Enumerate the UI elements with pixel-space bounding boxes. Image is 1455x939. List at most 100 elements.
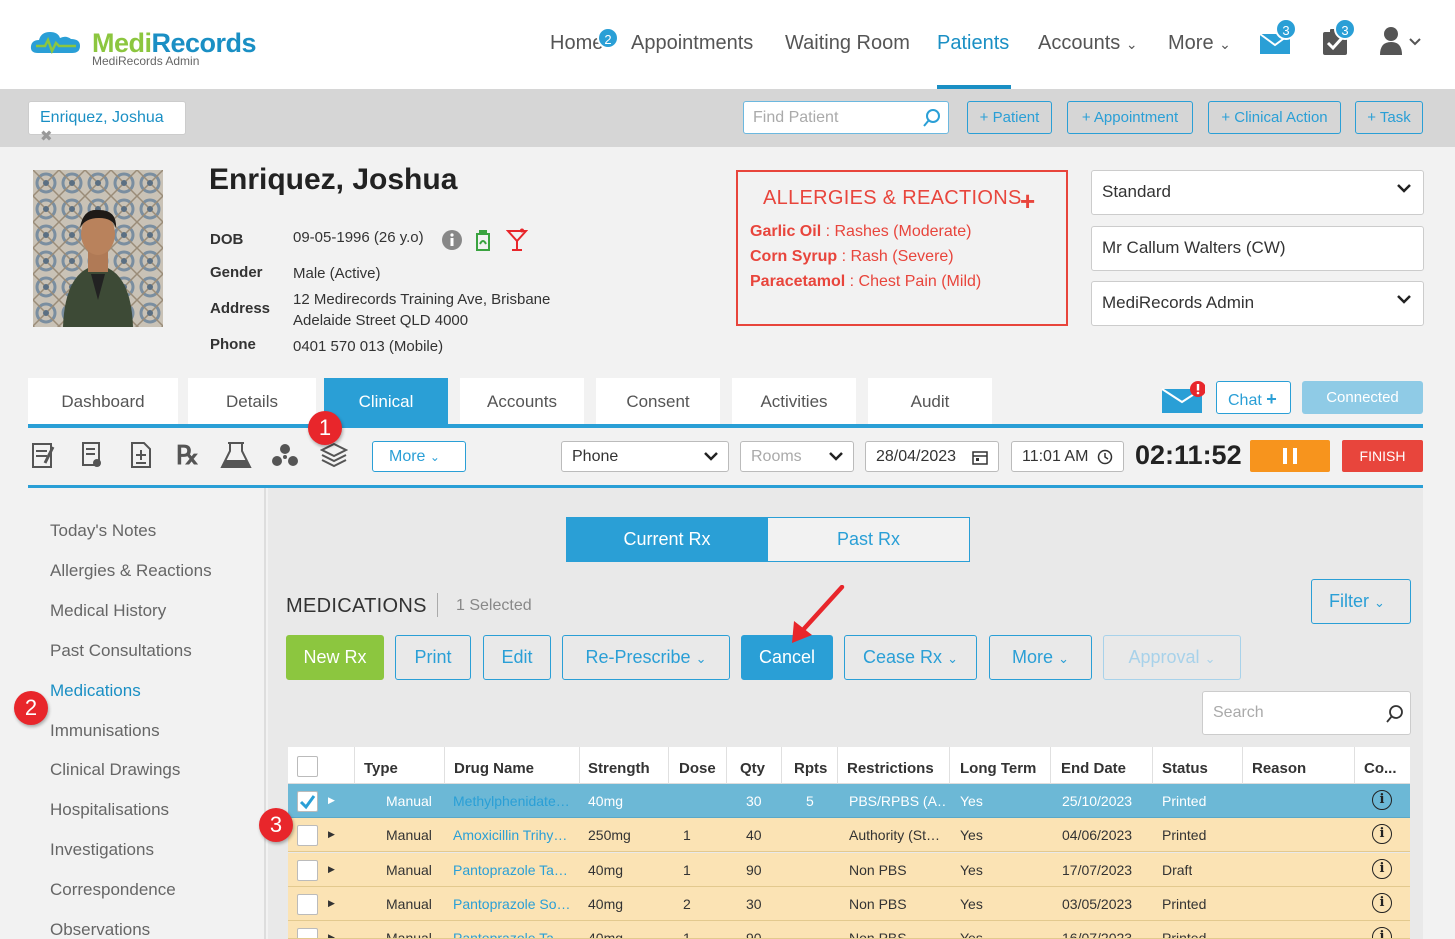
info-icon[interactable]: i <box>1372 859 1392 879</box>
sidebar-item-hospitalisations[interactable]: Hospitalisations <box>50 800 169 820</box>
col-comments[interactable]: Co... <box>1364 760 1397 777</box>
filter-button[interactable]: Filter ⌄ <box>1311 579 1411 624</box>
location-select[interactable]: MediRecords Admin <box>1091 281 1424 326</box>
user-avatar-icon[interactable] <box>1379 26 1425 56</box>
row-checkbox[interactable] <box>297 894 318 915</box>
row-checkbox[interactable] <box>297 791 318 812</box>
cell-drug-name[interactable]: Pantoprazole Ta… <box>453 862 575 878</box>
expand-caret-icon[interactable]: ▶ <box>328 932 335 938</box>
calendar-icon[interactable] <box>972 449 988 465</box>
table-row[interactable]: ▶ Manual Pantoprazole So… 40mg 2 30 Non … <box>288 887 1410 921</box>
stack-layers-icon[interactable] <box>320 441 348 469</box>
rooms-select[interactable]: Rooms <box>740 441 854 472</box>
tab-accounts[interactable]: Accounts <box>460 378 584 424</box>
row-checkbox[interactable] <box>297 928 318 938</box>
notes-icon[interactable] <box>31 441 55 469</box>
info-icon[interactable]: i <box>1372 790 1392 810</box>
table-row[interactable]: ▶ Manual Methylphenidate… 40mg 30 5 PBS/… <box>288 784 1410 818</box>
row-checkbox[interactable] <box>297 860 318 881</box>
past-rx-toggle[interactable]: Past Rx <box>767 517 970 562</box>
col-dose[interactable]: Dose <box>679 760 716 777</box>
table-row[interactable]: ▶ Manual Pantoprazole Ta… 40mg 1 90 Non … <box>288 921 1410 939</box>
new-rx-button[interactable]: New Rx <box>286 635 384 680</box>
smoking-status-icon[interactable] <box>474 228 492 252</box>
expand-caret-icon[interactable]: ▶ <box>328 864 335 875</box>
radiology-icon[interactable] <box>271 441 299 469</box>
sidebar-item-clinical-drawings[interactable]: Clinical Drawings <box>50 760 180 780</box>
alcohol-status-icon[interactable] <box>506 228 528 252</box>
info-icon[interactable]: i <box>1372 824 1392 844</box>
message-alert-icon[interactable] <box>1161 381 1205 415</box>
add-patient-button[interactable]: + Patient <box>967 101 1052 134</box>
consult-date-input[interactable]: 28/04/2023 <box>865 441 999 472</box>
document-icon[interactable] <box>81 441 103 469</box>
practitioner-field[interactable]: Mr Callum Walters (CW) <box>1091 226 1424 271</box>
sidebar-item-investigations[interactable]: Investigations <box>50 840 154 860</box>
add-clinical-action-button[interactable]: + Clinical Action <box>1208 101 1341 134</box>
lab-flask-icon[interactable] <box>220 441 252 469</box>
sidebar-item-immunisations[interactable]: Immunisations <box>50 721 160 741</box>
cease-rx-button[interactable]: Cease Rx ⌄ <box>844 635 977 680</box>
cell-drug-name[interactable]: Pantoprazole Ta… <box>453 930 575 938</box>
info-icon[interactable]: i <box>1372 927 1392 938</box>
sidebar-item-todays-notes[interactable]: Today's Notes <box>50 521 156 541</box>
info-circle-icon[interactable] <box>441 229 463 251</box>
nav-patients[interactable]: Patients <box>937 32 1009 55</box>
allergy-item[interactable]: Paracetamol : Chest Pain (Mild) <box>750 273 981 291</box>
expand-caret-icon[interactable]: ▶ <box>328 795 335 806</box>
print-button[interactable]: Print <box>395 635 471 680</box>
tab-details[interactable]: Details <box>188 378 316 424</box>
col-qty[interactable]: Qty <box>740 760 765 777</box>
nav-appointments[interactable]: Appointments <box>631 32 753 55</box>
row-checkbox[interactable] <box>297 825 318 846</box>
nav-accounts[interactable]: Accounts ⌄ <box>1038 32 1138 55</box>
more-actions-button[interactable]: More ⌄ <box>989 635 1092 680</box>
allergy-item[interactable]: Corn Syrup : Rash (Severe) <box>750 248 954 266</box>
tab-dashboard[interactable]: Dashboard <box>28 378 178 424</box>
col-status[interactable]: Status <box>1162 760 1208 777</box>
sidebar-item-medical-history[interactable]: Medical History <box>50 601 166 621</box>
approval-button[interactable]: Approval ⌄ <box>1103 635 1241 680</box>
report-icon[interactable] <box>130 441 152 469</box>
tab-clinical[interactable]: Clinical <box>324 378 448 424</box>
nav-home[interactable]: Home <box>550 32 603 55</box>
prescription-rx-icon[interactable]: ℞ <box>176 441 199 471</box>
table-row[interactable]: ▶ Manual Amoxicillin Trihy… 250mg 1 40 A… <box>288 818 1410 852</box>
select-all-checkbox[interactable] <box>297 756 318 777</box>
sidebar-item-allergies[interactable]: Allergies & Reactions <box>50 561 212 581</box>
finish-button[interactable]: FINISH <box>1342 440 1423 472</box>
tab-consent[interactable]: Consent <box>596 378 720 424</box>
sidebar-item-past-consultations[interactable]: Past Consultations <box>50 641 192 661</box>
col-end-date[interactable]: End Date <box>1061 760 1126 777</box>
consult-type-select[interactable]: Standard <box>1091 170 1424 215</box>
add-appointment-button[interactable]: + Appointment <box>1067 101 1193 134</box>
cell-drug-name[interactable]: Amoxicillin Trihy… <box>453 827 575 843</box>
search-icon[interactable] <box>1386 705 1404 723</box>
col-drug-name[interactable]: Drug Name <box>454 760 534 777</box>
consult-time-input[interactable]: 11:01 AM <box>1011 441 1124 472</box>
find-patient-input[interactable]: Find Patient <box>743 101 949 134</box>
re-prescribe-button[interactable]: Re-Prescribe ⌄ <box>562 635 730 680</box>
open-patient-tab[interactable]: Enriquez, Joshua ✖ <box>28 101 186 145</box>
search-icon[interactable] <box>923 109 941 127</box>
edit-button[interactable]: Edit <box>483 635 551 680</box>
toolbar-more-button[interactable]: More ⌄ <box>372 441 466 472</box>
add-allergy-plus-icon[interactable]: + <box>1020 186 1035 217</box>
nav-waiting-room[interactable]: Waiting Room <box>785 32 910 55</box>
col-rpts[interactable]: Rpts <box>794 760 827 777</box>
col-type[interactable]: Type <box>364 760 398 777</box>
col-reason[interactable]: Reason <box>1252 760 1306 777</box>
add-task-button[interactable]: + Task <box>1355 101 1423 134</box>
table-row[interactable]: ▶ Manual Pantoprazole Ta… 40mg 1 90 Non … <box>288 853 1410 887</box>
medications-search-input[interactable]: Search <box>1202 691 1411 735</box>
col-restrictions[interactable]: Restrictions <box>847 760 934 777</box>
sidebar-item-correspondence[interactable]: Correspondence <box>50 880 176 900</box>
col-long-term[interactable]: Long Term <box>960 760 1036 777</box>
consult-mode-select[interactable]: Phone <box>561 441 729 472</box>
nav-more[interactable]: More ⌄ <box>1168 32 1231 55</box>
expand-caret-icon[interactable]: ▶ <box>328 829 335 840</box>
tab-activities[interactable]: Activities <box>732 378 856 424</box>
pause-button[interactable] <box>1250 440 1330 472</box>
tab-audit[interactable]: Audit <box>868 378 992 424</box>
close-icon[interactable]: ✖ <box>40 128 53 145</box>
